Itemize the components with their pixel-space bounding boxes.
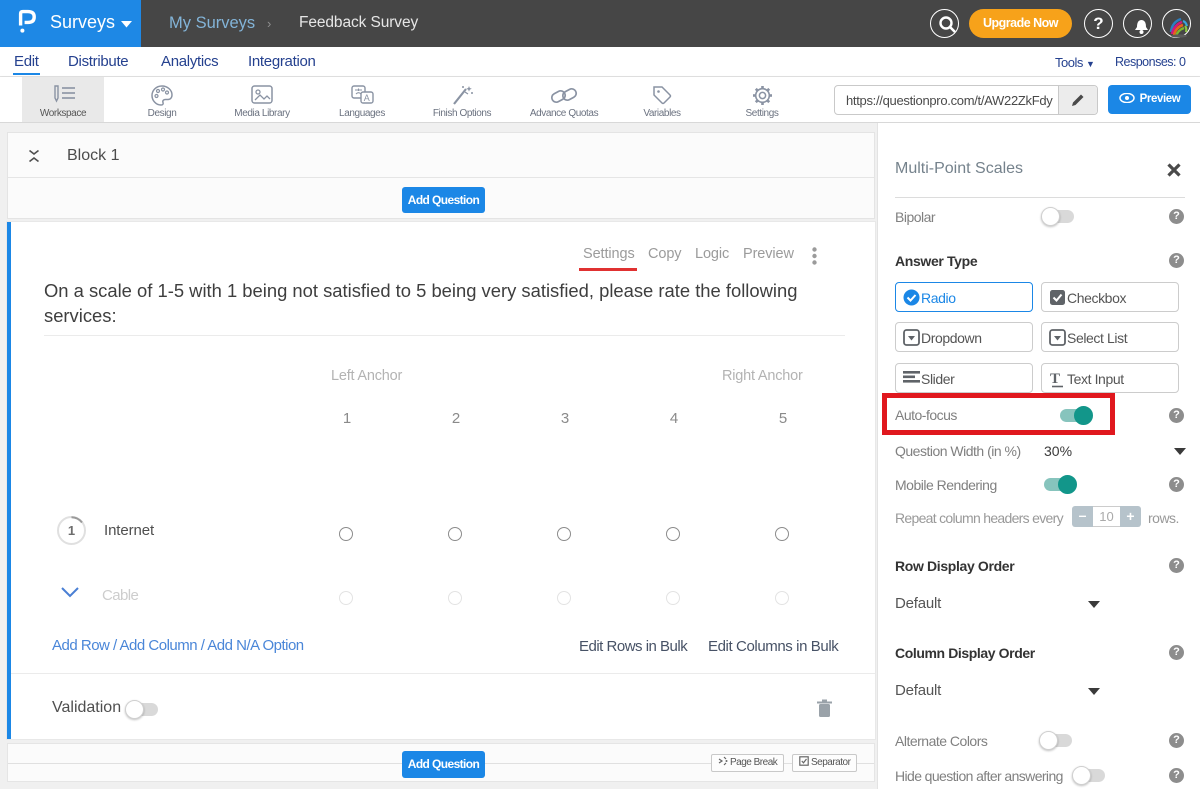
svg-text:A: A [364,93,370,103]
svg-text:T: T [1050,371,1060,387]
